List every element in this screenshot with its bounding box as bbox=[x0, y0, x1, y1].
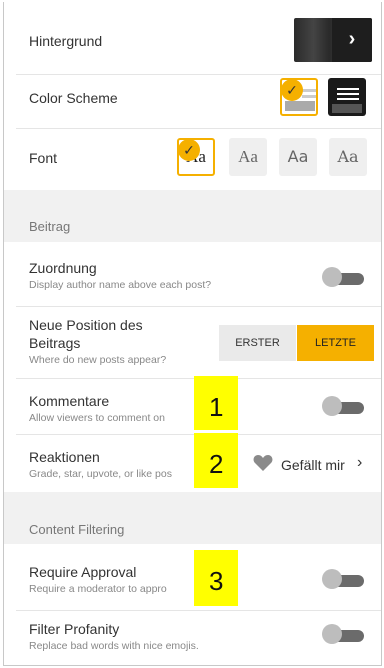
reaction-type-value[interactable]: Gefällt mir bbox=[281, 457, 345, 473]
reaktionen-description: Grade, star, upvote, or like pos bbox=[29, 468, 172, 480]
callout-2: 2 bbox=[194, 433, 238, 488]
position-label-line2: Beitrags bbox=[29, 335, 81, 351]
font-label: Font bbox=[29, 150, 58, 166]
position-first-button[interactable]: ERSTER bbox=[219, 325, 296, 361]
require-approval-description: Require a moderator to appro bbox=[29, 583, 167, 595]
checkmark-icon: ✓ bbox=[281, 79, 303, 101]
require-approval-label: Require Approval bbox=[29, 564, 137, 580]
divider bbox=[16, 306, 381, 307]
filter-profanity-label: Filter Profanity bbox=[29, 621, 120, 637]
font-option-3[interactable]: Aa bbox=[279, 138, 317, 176]
chevron-right-icon: › bbox=[332, 18, 372, 62]
zuordnung-description: Display author name above each post? bbox=[29, 279, 212, 291]
checkmark-icon: ✓ bbox=[178, 139, 200, 161]
filter-profanity-toggle[interactable] bbox=[322, 624, 364, 644]
color-scheme-dark-option[interactable] bbox=[328, 78, 366, 116]
require-approval-toggle[interactable] bbox=[322, 569, 364, 589]
callout-3: 3 bbox=[194, 550, 238, 606]
divider bbox=[16, 128, 381, 129]
filter-profanity-description: Replace bad words with nice emojis. bbox=[29, 640, 199, 652]
font-option-2[interactable]: Aa bbox=[229, 138, 267, 176]
position-last-button[interactable]: LETZTE bbox=[297, 325, 374, 361]
font-option-4[interactable]: Aa bbox=[329, 138, 367, 176]
section-title: Beitrag bbox=[29, 219, 71, 234]
reaktionen-label: Reaktionen bbox=[29, 449, 100, 465]
heart-icon bbox=[253, 455, 273, 471]
color-scheme-label: Color Scheme bbox=[29, 90, 118, 106]
chevron-right-icon[interactable]: › bbox=[357, 454, 362, 472]
settings-panel: Hintergrund › Color Scheme ✓ Font Aa ✓ A… bbox=[3, 2, 382, 666]
section-header-beitrag: Beitrag bbox=[4, 190, 381, 242]
zuordnung-toggle[interactable] bbox=[322, 267, 364, 287]
position-description: Where do new posts appear? bbox=[29, 354, 167, 366]
divider bbox=[16, 610, 381, 611]
position-segmented-control: ERSTER LETZTE bbox=[219, 325, 374, 361]
background-label: Hintergrund bbox=[29, 33, 103, 49]
kommentare-description: Allow viewers to comment on bbox=[29, 412, 165, 424]
background-picker-button[interactable]: › bbox=[294, 18, 372, 62]
kommentare-toggle[interactable] bbox=[322, 396, 364, 416]
section-header-content-filtering: Content Filtering bbox=[4, 492, 381, 544]
section-title: Content Filtering bbox=[29, 522, 125, 537]
zuordnung-label: Zuordnung bbox=[29, 260, 97, 276]
position-label-line1: Neue Position des bbox=[29, 317, 143, 333]
kommentare-label: Kommentare bbox=[29, 393, 110, 409]
callout-1: 1 bbox=[194, 376, 238, 430]
divider bbox=[16, 74, 381, 75]
